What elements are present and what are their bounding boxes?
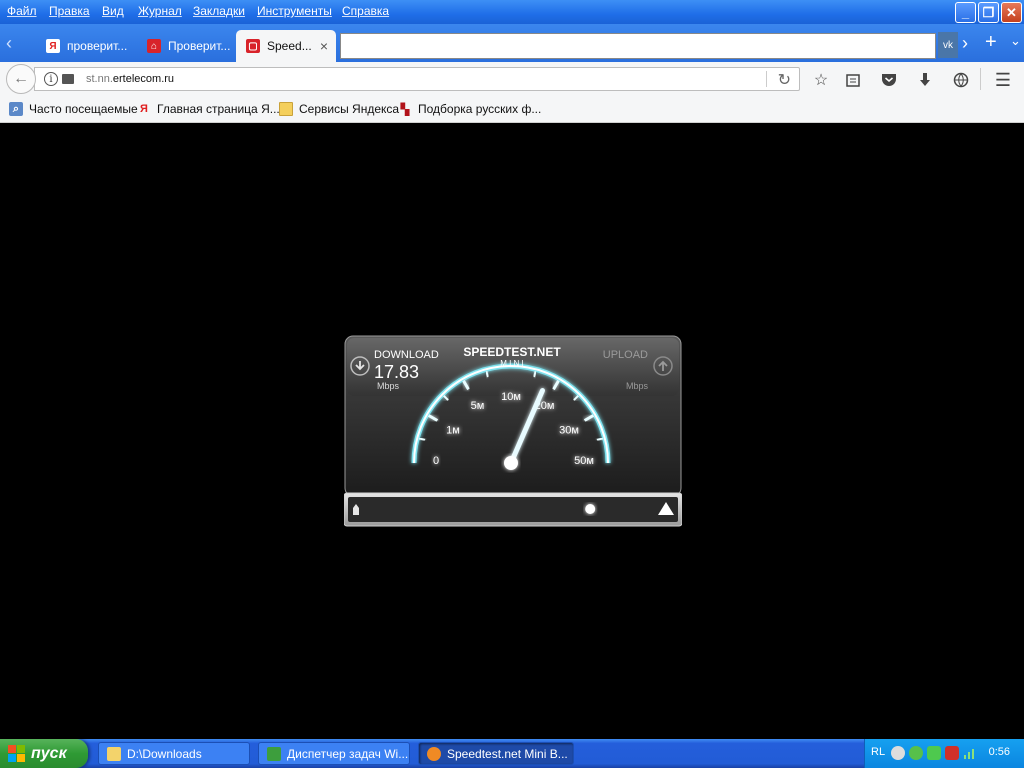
antivirus-tray-icon[interactable] <box>945 746 959 760</box>
logo-speedtest: SPEEDTEST.NET <box>463 345 561 359</box>
bag-icon: ⌂ <box>147 39 161 53</box>
menu-bar: Файл Правка Вид Журнал Закладки Инструме… <box>0 0 1024 24</box>
page-content: 0 1м 5м 10м 20м 30м 50м DOWNLOAD 17.83 Mbps SP… <box>0 123 1024 739</box>
menu-view[interactable]: Вид <box>102 4 124 18</box>
upload-label: UPLOAD <box>603 349 648 361</box>
page-icon <box>62 74 74 84</box>
task-label: Диспетчер задач Wi... <box>287 746 409 761</box>
bookmark-yandex-home[interactable]: Я Главная страница Я... <box>137 102 280 116</box>
logo-mini: M I N I <box>500 359 524 368</box>
language-indicator[interactable]: RL <box>871 746 885 758</box>
task-firefox-speedtest[interactable]: Speedtest.net Mini B... <box>418 742 574 765</box>
bookmark-star-icon[interactable]: ☆ <box>812 71 830 89</box>
tab-2[interactable]: ⌂ Проверит... <box>137 30 235 62</box>
vk-icon[interactable]: vk <box>938 32 958 58</box>
task-downloads[interactable]: D:\Downloads <box>98 742 250 765</box>
download-label: DOWNLOAD <box>374 349 439 361</box>
download-icon[interactable] <box>916 71 934 89</box>
green-tray-icon[interactable] <box>927 746 941 760</box>
clover-tray-icon[interactable] <box>909 746 923 760</box>
signal-tray-icon[interactable] <box>963 746 977 760</box>
tab-scroll-right-icon[interactable]: › <box>962 34 968 52</box>
close-button[interactable]: ✕ <box>1001 2 1022 23</box>
speedtest-widget-svg: 01м5м10м20м30м50м DOWNLOAD 17.83 Mbps SP… <box>343 335 683 527</box>
tab-label: Speed... <box>267 39 312 53</box>
tab-close-icon[interactable]: × <box>320 38 328 54</box>
yandex-icon: Я <box>46 39 60 53</box>
hamburger-menu-icon[interactable]: ☰ <box>994 70 1012 90</box>
url-bar[interactable]: i st.nn.ertelecom.ru ↻ <box>34 67 800 91</box>
tab-list-icon[interactable]: ⌄ <box>1010 34 1021 47</box>
download-value: 17.83 <box>374 362 419 382</box>
upload-unit: Mbps <box>626 381 649 391</box>
restore-button[interactable]: ❐ <box>978 2 999 23</box>
speedtest-icon: ▢ <box>246 39 260 53</box>
toolbar-separator <box>980 68 981 90</box>
menu-edit[interactable]: Правка <box>49 4 90 18</box>
taskbar: пуск D:\Downloads Диспетчер задач Wi... … <box>0 739 1024 768</box>
bookmark-label: Подборка русских ф... <box>418 102 542 116</box>
progress-knob <box>585 504 596 514</box>
bookmark-label: Главная страница Я... <box>157 102 280 116</box>
arrow-left-icon: ← <box>13 70 29 87</box>
bookmarks-bar: ⌕ Часто посещаемые Я Главная страница Я.… <box>0 96 1024 123</box>
task-label: D:\Downloads <box>127 746 202 761</box>
tab-overlay-input[interactable] <box>340 33 936 59</box>
bookmark-label: Часто посещаемые <box>29 102 138 116</box>
clock: 0:56 <box>988 746 1010 758</box>
folder-icon <box>107 746 121 761</box>
bookmark-most-visited[interactable]: ⌕ Часто посещаемые <box>9 102 138 116</box>
gauge-label: 0 <box>433 455 439 467</box>
reload-icon[interactable]: ↻ <box>778 70 791 90</box>
gauge-label: 1м <box>446 425 460 437</box>
tab-3-active[interactable]: ▢ Speed... × <box>236 30 336 62</box>
search-icon: ⌕ <box>9 102 23 116</box>
film-icon: ▚ <box>400 103 410 116</box>
task-manager-icon <box>267 746 281 761</box>
bookmark-yandex-services[interactable]: Сервисы Яндекса <box>279 102 399 116</box>
url-text: st.nn.ertelecom.ru <box>86 73 175 85</box>
speedtest-mini-widget[interactable]: 0 1м 5м 10м 20м 30м 50м DOWNLOAD 17.83 Mbps SP… <box>343 335 683 527</box>
nav-bar: i st.nn.ertelecom.ru ↻ ← ☆ ☰ <box>0 62 1024 96</box>
system-tray: RL 0:56 <box>864 739 1024 768</box>
back-arrow-tray-icon[interactable] <box>891 746 905 760</box>
info-icon[interactable]: i <box>44 72 58 86</box>
firefox-icon <box>427 746 441 761</box>
folder-icon <box>279 102 293 116</box>
menu-file[interactable]: Файл <box>7 4 37 18</box>
tab-label: проверит... <box>67 39 128 53</box>
yandex-icon: Я <box>140 103 148 115</box>
reader-list-icon[interactable] <box>844 71 862 89</box>
tab-1[interactable]: Я проверит... <box>36 30 136 62</box>
new-tab-icon[interactable]: + <box>985 32 997 52</box>
gauge-label: 50м <box>574 455 594 467</box>
start-label: пуск <box>31 744 67 762</box>
tab-scroll-left-icon[interactable]: ‹ <box>6 34 12 52</box>
menu-bookmarks[interactable]: Закладки <box>193 4 245 18</box>
bookmark-label: Сервисы Яндекса <box>299 102 400 116</box>
tab-label: Проверит... <box>168 39 231 53</box>
back-button[interactable]: ← <box>6 64 36 94</box>
download-unit: Mbps <box>377 381 400 391</box>
gauge-label: 5м <box>471 400 485 412</box>
pocket-icon[interactable] <box>880 71 898 89</box>
url-separator <box>766 71 767 87</box>
gauge-label: 10м <box>501 391 521 403</box>
menu-history[interactable]: Журнал <box>138 4 182 18</box>
windows-logo-icon <box>8 744 26 763</box>
gauge-label: 30м <box>559 425 579 437</box>
task-label: Speedtest.net Mini B... <box>447 746 568 761</box>
gauge-needle-hub <box>504 456 518 470</box>
menu-help[interactable]: Справка <box>342 4 389 18</box>
menu-tools[interactable]: Инструменты <box>257 4 332 18</box>
start-button[interactable]: пуск <box>0 739 88 768</box>
bookmark-russian-films[interactable]: ▚ Подборка русских ф... <box>398 102 542 116</box>
vpn-globe-icon[interactable] <box>952 71 970 89</box>
task-task-manager[interactable]: Диспетчер задач Wi... <box>258 742 410 765</box>
minimize-button[interactable]: _ <box>955 2 976 23</box>
